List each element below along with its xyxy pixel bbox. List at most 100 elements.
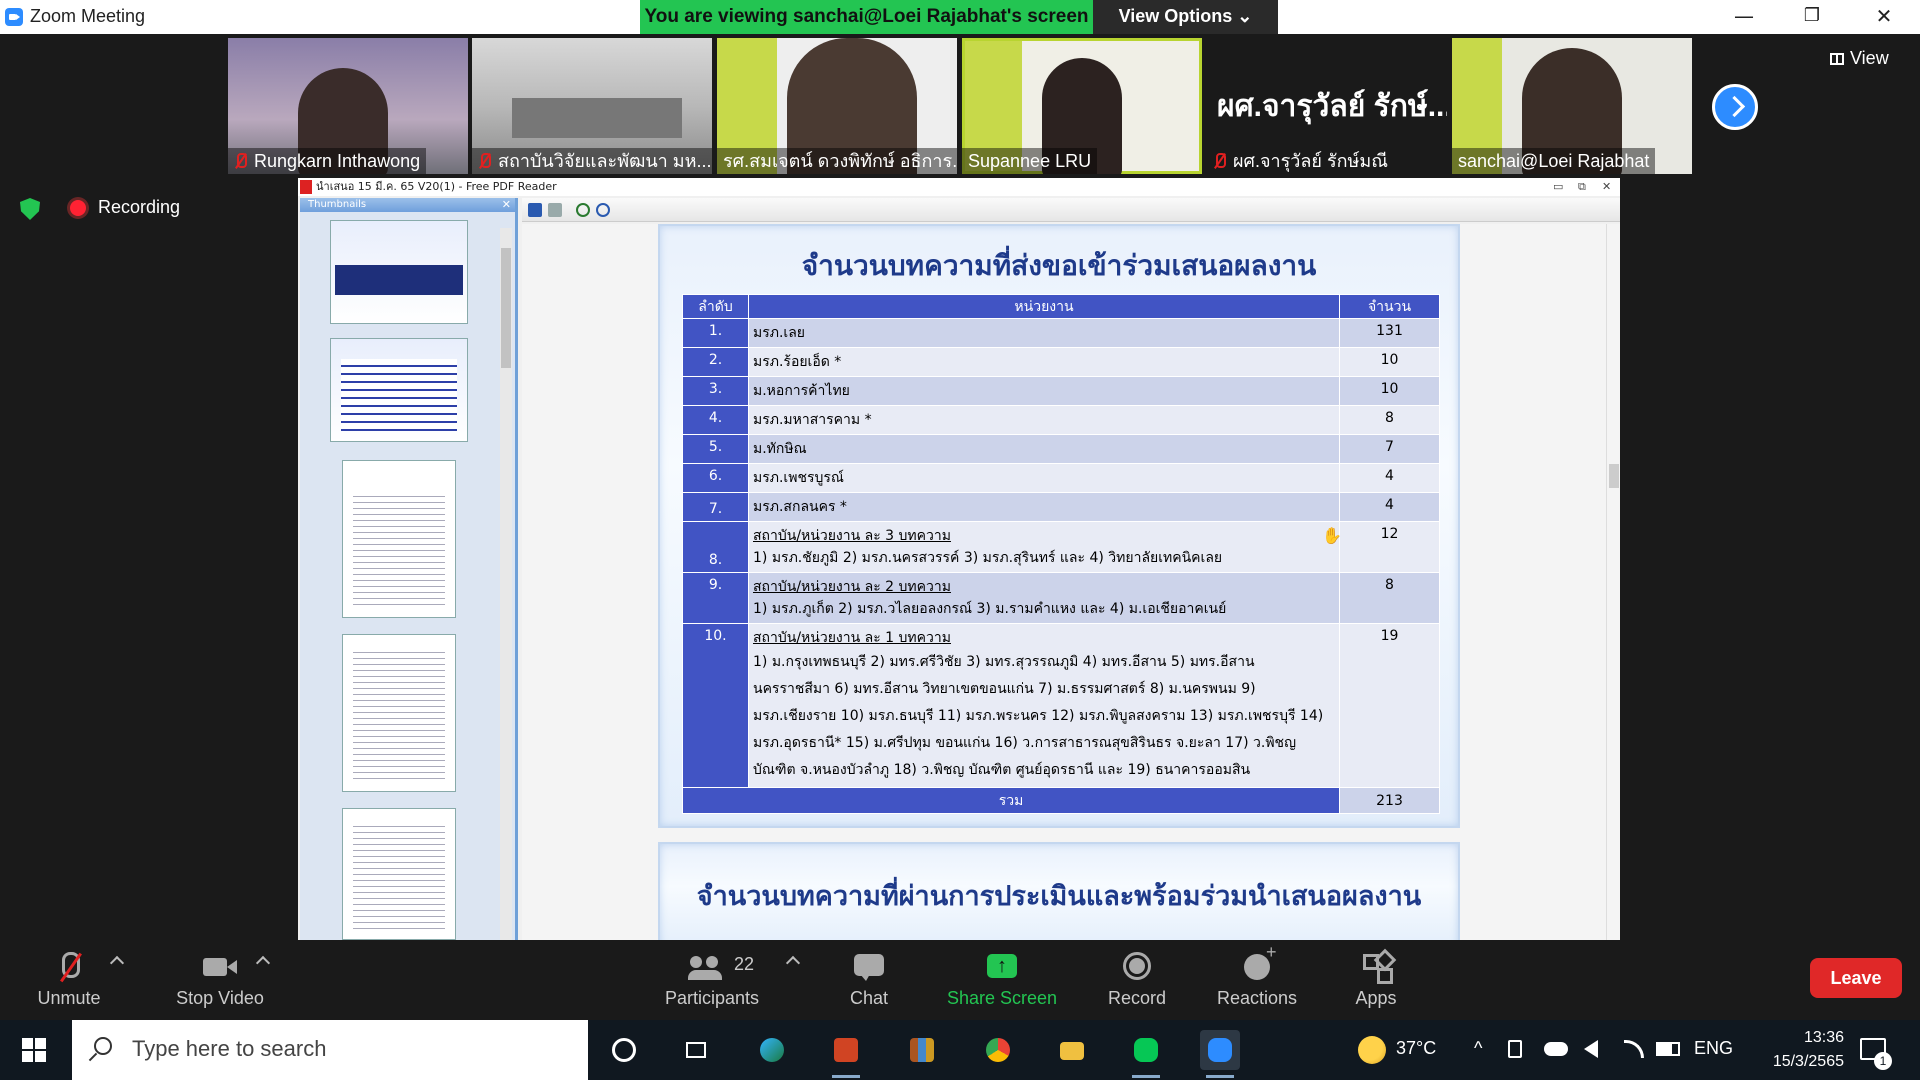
pdf-restore-icon[interactable]: ⧉ — [1578, 178, 1586, 196]
table-row-group: 10. สถาบัน/หน่วยงาน ละ 1 บทความ 1) ม.กรุง… — [682, 623, 1440, 788]
thumbnails-scroll-thumb[interactable] — [501, 248, 511, 368]
volume-icon[interactable] — [1584, 1040, 1598, 1058]
zoom-out-icon[interactable] — [596, 203, 610, 217]
leave-button[interactable]: Leave — [1810, 958, 1902, 998]
participant-name: รศ.สมเจตน์ ดวงพิทักษ์ อธิการ... — [717, 148, 957, 174]
view-button[interactable]: View — [1830, 48, 1889, 69]
save-icon[interactable] — [528, 203, 542, 217]
pdf-scroll-thumb[interactable] — [1609, 464, 1619, 488]
clock-date: 15/3/2565 — [1772, 1053, 1844, 1070]
page-thumbnail[interactable] — [342, 460, 456, 618]
pdf-toolbar — [522, 198, 1620, 222]
edge-browser-icon[interactable] — [752, 1030, 792, 1070]
page-thumbnail[interactable] — [330, 220, 468, 324]
thumbnail-preview — [353, 647, 445, 781]
apps-button[interactable]: Apps — [1346, 940, 1406, 1020]
participants-options-caret-icon[interactable] — [785, 955, 801, 971]
hand-cursor-icon: ✋ — [1322, 526, 1342, 545]
chevron-down-icon: ⌄ — [1237, 6, 1253, 26]
meeting-controls: Unmute Stop Video 22 Participants Chat S… — [0, 940, 1920, 1020]
table-row: 5. ม.ทักษิณ 7 — [682, 434, 1440, 464]
participants-button[interactable]: 22 Participants — [660, 940, 764, 1020]
thumbnails-scrollbar[interactable] — [500, 228, 512, 940]
language-indicator[interactable]: ENG — [1694, 1038, 1733, 1059]
record-icon — [1120, 952, 1154, 982]
taskbar-search-input[interactable]: Type here to search — [72, 1020, 588, 1080]
pdf-window-titlebar: นำเสนอ 15 มี.ค. 65 V20(1) - Free PDF Rea… — [298, 178, 1620, 196]
participant-name: Supannee LRU — [962, 148, 1098, 174]
pdf-minimize-icon[interactable]: ▭ — [1553, 178, 1563, 196]
restore-button[interactable]: ❐ — [1782, 0, 1842, 34]
participant-name: sanchai@Loei Rajabhat — [1452, 148, 1656, 174]
thumbnails-close-icon[interactable]: ✕ — [502, 198, 511, 212]
participant-tile[interactable]: สถาบันวิจัยและพัฒนา มห... — [472, 38, 712, 174]
participant-tile[interactable]: รศ.สมเจตน์ ดวงพิทักษ์ อธิการ... — [717, 38, 957, 174]
task-view-icon[interactable] — [676, 1030, 716, 1070]
header-count: จำนวน — [1339, 294, 1440, 319]
mic-muted-icon — [1213, 153, 1226, 169]
submissions-table: ลำดับ หน่วยงาน จำนวน 1. มรภ.เลย 131 2. มรภ.… — [682, 294, 1440, 814]
pdf-close-icon[interactable]: ✕ — [1602, 178, 1611, 196]
powerpoint-icon[interactable] — [826, 1030, 866, 1078]
wifi-icon[interactable] — [1624, 1040, 1644, 1058]
page-thumbnail[interactable] — [342, 808, 456, 940]
winrar-icon[interactable] — [902, 1030, 942, 1070]
windows-start-icon[interactable] — [22, 1038, 46, 1062]
grid-view-icon — [1830, 53, 1844, 65]
group-detail: 1) มรภ.ภูเก็ต 2) มรภ.วไลยอลงกรณ์ 3) ม.รา… — [753, 601, 1227, 617]
pdf-document-view[interactable]: จำนวนบทความที่ส่งขอเข้าร่วมเสนอผลงาน ลำด… — [522, 224, 1606, 940]
mic-muted-icon — [52, 952, 86, 982]
participant-name: ผศ.จารุวัลย์ รักษ์มณี — [1207, 148, 1394, 174]
table-row: 2. มรภ.ร้อยเอ็ด * 10 — [682, 347, 1440, 377]
tray-chevron-up-icon[interactable]: ^ — [1474, 1038, 1482, 1059]
record-button[interactable]: Record — [1100, 940, 1174, 1020]
view-options-button[interactable]: View Options ⌄ — [1093, 0, 1278, 34]
share-screen-button[interactable]: Share Screen — [944, 940, 1060, 1020]
battery-icon[interactable] — [1656, 1042, 1680, 1056]
apps-icon — [1359, 952, 1393, 982]
reactions-button[interactable]: Reactions — [1214, 940, 1300, 1020]
print-icon[interactable] — [548, 203, 562, 217]
cortana-icon[interactable] — [604, 1030, 644, 1070]
zoom-in-icon[interactable] — [576, 203, 590, 217]
unmute-button[interactable]: Unmute — [28, 940, 110, 1020]
recording-label[interactable]: Recording — [98, 197, 180, 218]
slide-title: จำนวนบทความที่ผ่านการประเมินและพร้อมร่วม… — [696, 881, 1422, 912]
next-page-arrow-icon[interactable] — [1712, 84, 1758, 130]
table-row: 3. ม.หอการค้าไทย 10 — [682, 376, 1440, 406]
audio-options-caret-icon[interactable] — [109, 955, 125, 971]
group-heading: สถาบัน/หน่วยงาน ละ 1 บทความ — [753, 630, 951, 646]
pdf-app-icon — [300, 180, 312, 194]
security-shield-icon[interactable] — [20, 198, 40, 220]
participant-tile[interactable]: ผศ.จารุวัลย์ รักษ์... ผศ.จารุวัลย์ รักษ์… — [1207, 38, 1447, 174]
participant-placeholder-name: ผศ.จารุวัลย์ รักษ์... — [1217, 90, 1447, 123]
stop-video-button[interactable]: Stop Video — [160, 940, 280, 1020]
onedrive-cloud-icon[interactable] — [1544, 1042, 1568, 1056]
page-thumbnail[interactable] — [342, 634, 456, 792]
participants-count: 22 — [734, 954, 755, 974]
table-row: 7. มรภ.สกลนคร * 4 — [682, 492, 1440, 522]
chrome-icon[interactable] — [978, 1030, 1018, 1070]
weather-sun-icon[interactable] — [1358, 1036, 1386, 1064]
clock-time: 13:36 — [1803, 1029, 1844, 1046]
minimize-button[interactable]: — — [1714, 0, 1774, 34]
participant-tile-active[interactable]: Supannee LRU — [962, 38, 1202, 174]
pdf-vertical-scrollbar[interactable] — [1606, 224, 1620, 940]
header-unit: หน่วยงาน — [748, 294, 1340, 319]
device-icon[interactable] — [1508, 1040, 1522, 1058]
page-thumbnail[interactable] — [330, 338, 468, 442]
zoom-taskbar-icon[interactable] — [1200, 1030, 1240, 1078]
participant-name: Rungkarn Inthawong — [228, 148, 427, 174]
line-app-icon[interactable] — [1126, 1030, 1166, 1078]
chat-button[interactable]: Chat — [834, 940, 904, 1020]
table-total-row: รวม 213 — [682, 787, 1440, 814]
file-explorer-icon[interactable] — [1052, 1030, 1092, 1070]
table-row: 4. มรภ.มหาสารคาม * 8 — [682, 405, 1440, 435]
group-detail: 1) ม.กรุงเทพธนบุรี 2) มทร.ศรีวิชัย 3) มท… — [753, 654, 1324, 778]
close-button[interactable]: ✕ — [1854, 0, 1914, 34]
participant-tile[interactable]: sanchai@Loei Rajabhat — [1452, 38, 1692, 174]
weather-temperature[interactable]: 37°C — [1396, 1038, 1436, 1059]
participant-tile[interactable]: Rungkarn Inthawong — [228, 38, 468, 174]
taskbar-clock[interactable]: 13:36 15/3/2565 — [1744, 1026, 1844, 1074]
header-no: ลำดับ — [682, 294, 749, 319]
